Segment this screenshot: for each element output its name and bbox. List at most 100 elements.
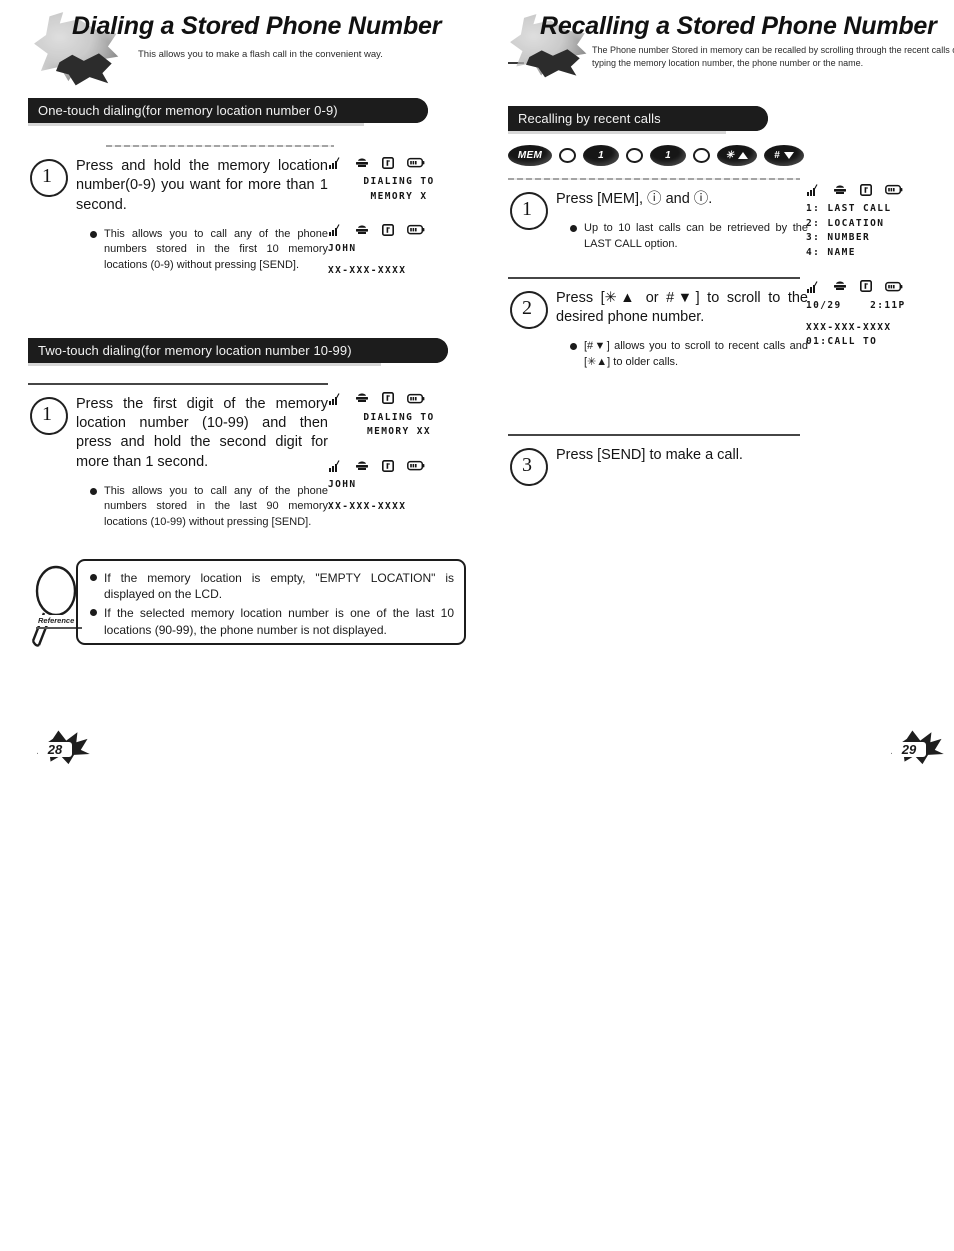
- page-subtitle: This allows you to make a flash call in …: [138, 49, 383, 60]
- signal-icon: [329, 392, 340, 405]
- page-number-badge: 28: [36, 728, 94, 772]
- section-bar-label: Recalling by recent calls: [518, 111, 661, 126]
- step-instruction: Press [SEND] to make a call.: [556, 447, 743, 464]
- signal-icon: [329, 157, 340, 169]
- page-title: Dialing a Stored Phone Number: [72, 12, 442, 40]
- roam-icon: [834, 185, 846, 194]
- manual-page-spread: Dialing a Stored Phone Number This allow…: [0, 0, 954, 1251]
- connector-oval-icon: [693, 148, 710, 163]
- battery-icon: [407, 393, 425, 404]
- step-instruction: Press and hold the memory location numbe…: [76, 158, 328, 213]
- step-number-badge: 1: [28, 394, 72, 437]
- step-content: Press and hold the memory location numbe…: [72, 157, 328, 280]
- battery-icon: [407, 460, 425, 471]
- step-bullet-list: Up to 10 last calls can be retrieved by …: [556, 221, 808, 252]
- left-page-column: Dialing a Stored Phone Number This allow…: [28, 0, 498, 800]
- reference-label: Reference: [36, 614, 83, 629]
- right-page-banner: Recalling a Stored Phone Number The Phon…: [508, 0, 954, 92]
- roam-icon: [356, 461, 368, 470]
- lcd-menu-item: 4: NAME: [806, 247, 856, 259]
- letter-icon: [382, 156, 394, 169]
- section-body-two-touch: 1 Press the first digit of the memory lo…: [28, 382, 498, 537]
- connector-oval-icon: [626, 148, 643, 163]
- step-instruction: Press [MEM], ⓘ and ⓘ.: [556, 191, 713, 207]
- bullet-item: If the memory location is empty, "EMPTY …: [90, 570, 454, 603]
- key-mem[interactable]: MEM: [508, 145, 552, 166]
- key-hash-down[interactable]: #: [764, 145, 804, 166]
- lcd-display: JOHN XX-XXX-XXXX: [328, 458, 478, 514]
- section-bar-label: Two-touch dialing(for memory location nu…: [38, 342, 352, 358]
- signal-icon: [807, 184, 818, 196]
- lcd-display: DIALING TO MEMORY XX: [328, 391, 478, 440]
- step-number: 1: [42, 165, 52, 187]
- step-row: 1 Press the first digit of the memory lo…: [28, 385, 328, 537]
- letter-icon: [382, 392, 394, 405]
- lcd-status-bar: [328, 155, 478, 170]
- lcd-line: MEMORY XX: [366, 426, 432, 438]
- lcd-line: JOHN: [328, 479, 357, 491]
- roam-icon: [356, 225, 368, 234]
- step-content: Press [MEM], ⓘ and ⓘ. Up to 10 last call…: [552, 190, 808, 259]
- section-bar-two-touch: Two-touch dialing(for memory location nu…: [28, 337, 448, 366]
- bullet-item: If the selected memory location number i…: [90, 605, 454, 638]
- lcd-status-bar: [328, 391, 478, 406]
- step-section-3: 3 Press [SEND] to make a call.: [508, 434, 954, 489]
- bullet-item: [#▼] allows you to scroll to recent call…: [570, 339, 808, 370]
- section-body-one-touch: 1 Press and hold the memory location num…: [28, 145, 498, 280]
- key-star-label: ✳: [725, 150, 735, 161]
- bullet-item: Up to 10 last calls can be retrieved by …: [570, 221, 808, 252]
- roam-icon: [356, 393, 368, 403]
- step-content: Press [SEND] to make a call.: [552, 446, 808, 486]
- key-sequence-diagram: MEM 1 1 ✳ #: [508, 145, 954, 166]
- triangle-down-icon: [783, 152, 794, 159]
- reference-box: If the memory location is empty, "EMPTY …: [76, 558, 466, 645]
- bullet-item: This allows you to call any of the phone…: [90, 484, 328, 531]
- step-row: 3 Press [SEND] to make a call.: [508, 436, 808, 489]
- step-bullet-list: [#▼] allows you to scroll to recent call…: [556, 339, 808, 370]
- lcd-line: JOHN: [328, 243, 357, 255]
- step-section-2: 2 Press [✳▲ or #▼] to scroll to the desi…: [508, 276, 954, 377]
- lcd-spacer: [328, 493, 478, 500]
- page-number-badge: 29: [890, 728, 948, 772]
- lcd-menu-item: 1: LAST CALL: [806, 203, 892, 214]
- lcd-line: MEMORY X: [370, 190, 428, 202]
- key-star-up[interactable]: ✳: [717, 145, 757, 166]
- lcd-status-bar: [328, 222, 478, 237]
- lcd-display-menu: 1: LAST CALL 2: LOCATION 3: NUMBER 4: NA…: [806, 182, 954, 261]
- step-section-1: 1 Press [MEM], ⓘ and ⓘ. Up to 10 last ca…: [508, 178, 954, 347]
- lcd-line: XX-XXX-XXXX: [328, 500, 407, 512]
- step-number-badge: 1: [508, 190, 552, 232]
- step-instruction: Press the first digit of the memory loca…: [76, 395, 328, 470]
- step-number-badge: 2: [508, 288, 552, 331]
- lcd-status-bar: [328, 458, 478, 473]
- step-instruction: Press [✳▲ or #▼] to scroll to the desire…: [556, 289, 808, 325]
- lcd-display: JOHN XX-XXX-XXXX: [328, 222, 478, 278]
- lcd-spacer: [328, 257, 478, 264]
- battery-icon: [885, 184, 903, 195]
- step-content: Press [✳▲ or #▼] to scroll to the desire…: [552, 289, 808, 377]
- letter-icon: [860, 183, 872, 196]
- step-bullet-list: This allows you to call any of the phone…: [76, 227, 328, 274]
- key-digit-one[interactable]: 1: [583, 145, 619, 166]
- bullet-item: This allows you to call any of the phone…: [90, 227, 328, 274]
- section-bar-one-touch: One-touch dialing(for memory location nu…: [28, 98, 428, 126]
- section-bar-recent-calls: Recalling by recent calls: [508, 106, 768, 134]
- lcd-line: DIALING TO: [363, 411, 435, 423]
- reference-note: Reference If the memory location is empt…: [28, 555, 498, 651]
- lcd-line: XX-XXX-XXXX: [328, 265, 407, 277]
- signal-icon: [329, 224, 340, 237]
- lcd-line: DIALING TO: [363, 176, 435, 187]
- page-number: 28: [38, 742, 72, 757]
- step-number: 1: [42, 402, 52, 425]
- step-row: 2 Press [✳▲ or #▼] to scroll to the desi…: [508, 279, 808, 377]
- step-number-badge: 1: [28, 157, 72, 199]
- step-number: 1: [522, 198, 532, 220]
- step-number: 3: [522, 454, 532, 477]
- page-title: Recalling a Stored Phone Number: [540, 12, 937, 40]
- lcd-display: DIALING TO MEMORY X: [328, 155, 478, 204]
- triangle-up-icon: [738, 152, 749, 159]
- roam-icon: [356, 158, 368, 167]
- lcd-status-bar: [806, 182, 954, 197]
- step-row: 1 Press and hold the memory location num…: [28, 147, 328, 280]
- key-digit-one-second[interactable]: 1: [650, 145, 686, 166]
